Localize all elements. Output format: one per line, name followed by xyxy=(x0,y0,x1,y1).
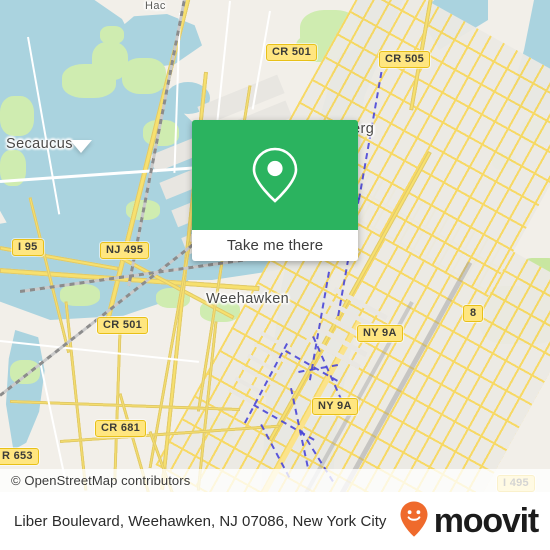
location-pin-icon xyxy=(248,144,302,206)
popup-pointer-tail xyxy=(70,140,92,153)
map-canvas[interactable]: Secaucus Weehawken Hac erg CR 501 CR 505 I 95… xyxy=(0,0,550,492)
take-me-there-label: Take me there xyxy=(226,237,324,254)
address-label: Liber Boulevard, Weehawken, NJ 07086, Ne… xyxy=(14,512,387,530)
take-me-there-button[interactable]: Take me there xyxy=(192,230,358,261)
road-shield-ny-9a-north: NY 9A xyxy=(357,325,403,342)
road-shield-cr-501-north: CR 501 xyxy=(266,44,318,61)
location-popup-card[interactable]: Take me there xyxy=(192,120,358,261)
moovit-wordmark: moovit xyxy=(433,502,539,540)
footer-bar: Liber Boulevard, Weehawken, NJ 07086, Ne… xyxy=(0,492,550,550)
green-patch-2 xyxy=(100,26,124,44)
moovit-map-screen: Secaucus Weehawken Hac erg CR 501 CR 505 I 95… xyxy=(0,0,550,550)
road-shield-nj-495: NJ 495 xyxy=(100,242,150,259)
moovit-smiley-pin-icon xyxy=(399,500,429,543)
green-patch-3 xyxy=(122,58,166,94)
green-patch-5 xyxy=(0,96,34,136)
road-shield-route-8: 8 xyxy=(463,305,484,322)
green-patch-4 xyxy=(62,64,116,98)
road-shield-ny-9a-south: NY 9A xyxy=(312,398,358,415)
green-patch-14 xyxy=(10,360,40,384)
osm-attribution-bar: © OpenStreetMap contributors xyxy=(0,469,550,492)
road-shield-cr-505: CR 505 xyxy=(379,51,431,68)
road-shield-cr-681: CR 681 xyxy=(95,420,147,437)
road-shield-cr-501-south: CR 501 xyxy=(97,317,149,334)
popup-header xyxy=(192,120,358,230)
osm-attribution-text: © OpenStreetMap contributors xyxy=(11,473,191,488)
moovit-brand[interactable]: moovit xyxy=(399,500,550,543)
road-shield-cr-653: R 653 xyxy=(0,448,39,465)
road-shield-i-95: I 95 xyxy=(12,239,44,256)
